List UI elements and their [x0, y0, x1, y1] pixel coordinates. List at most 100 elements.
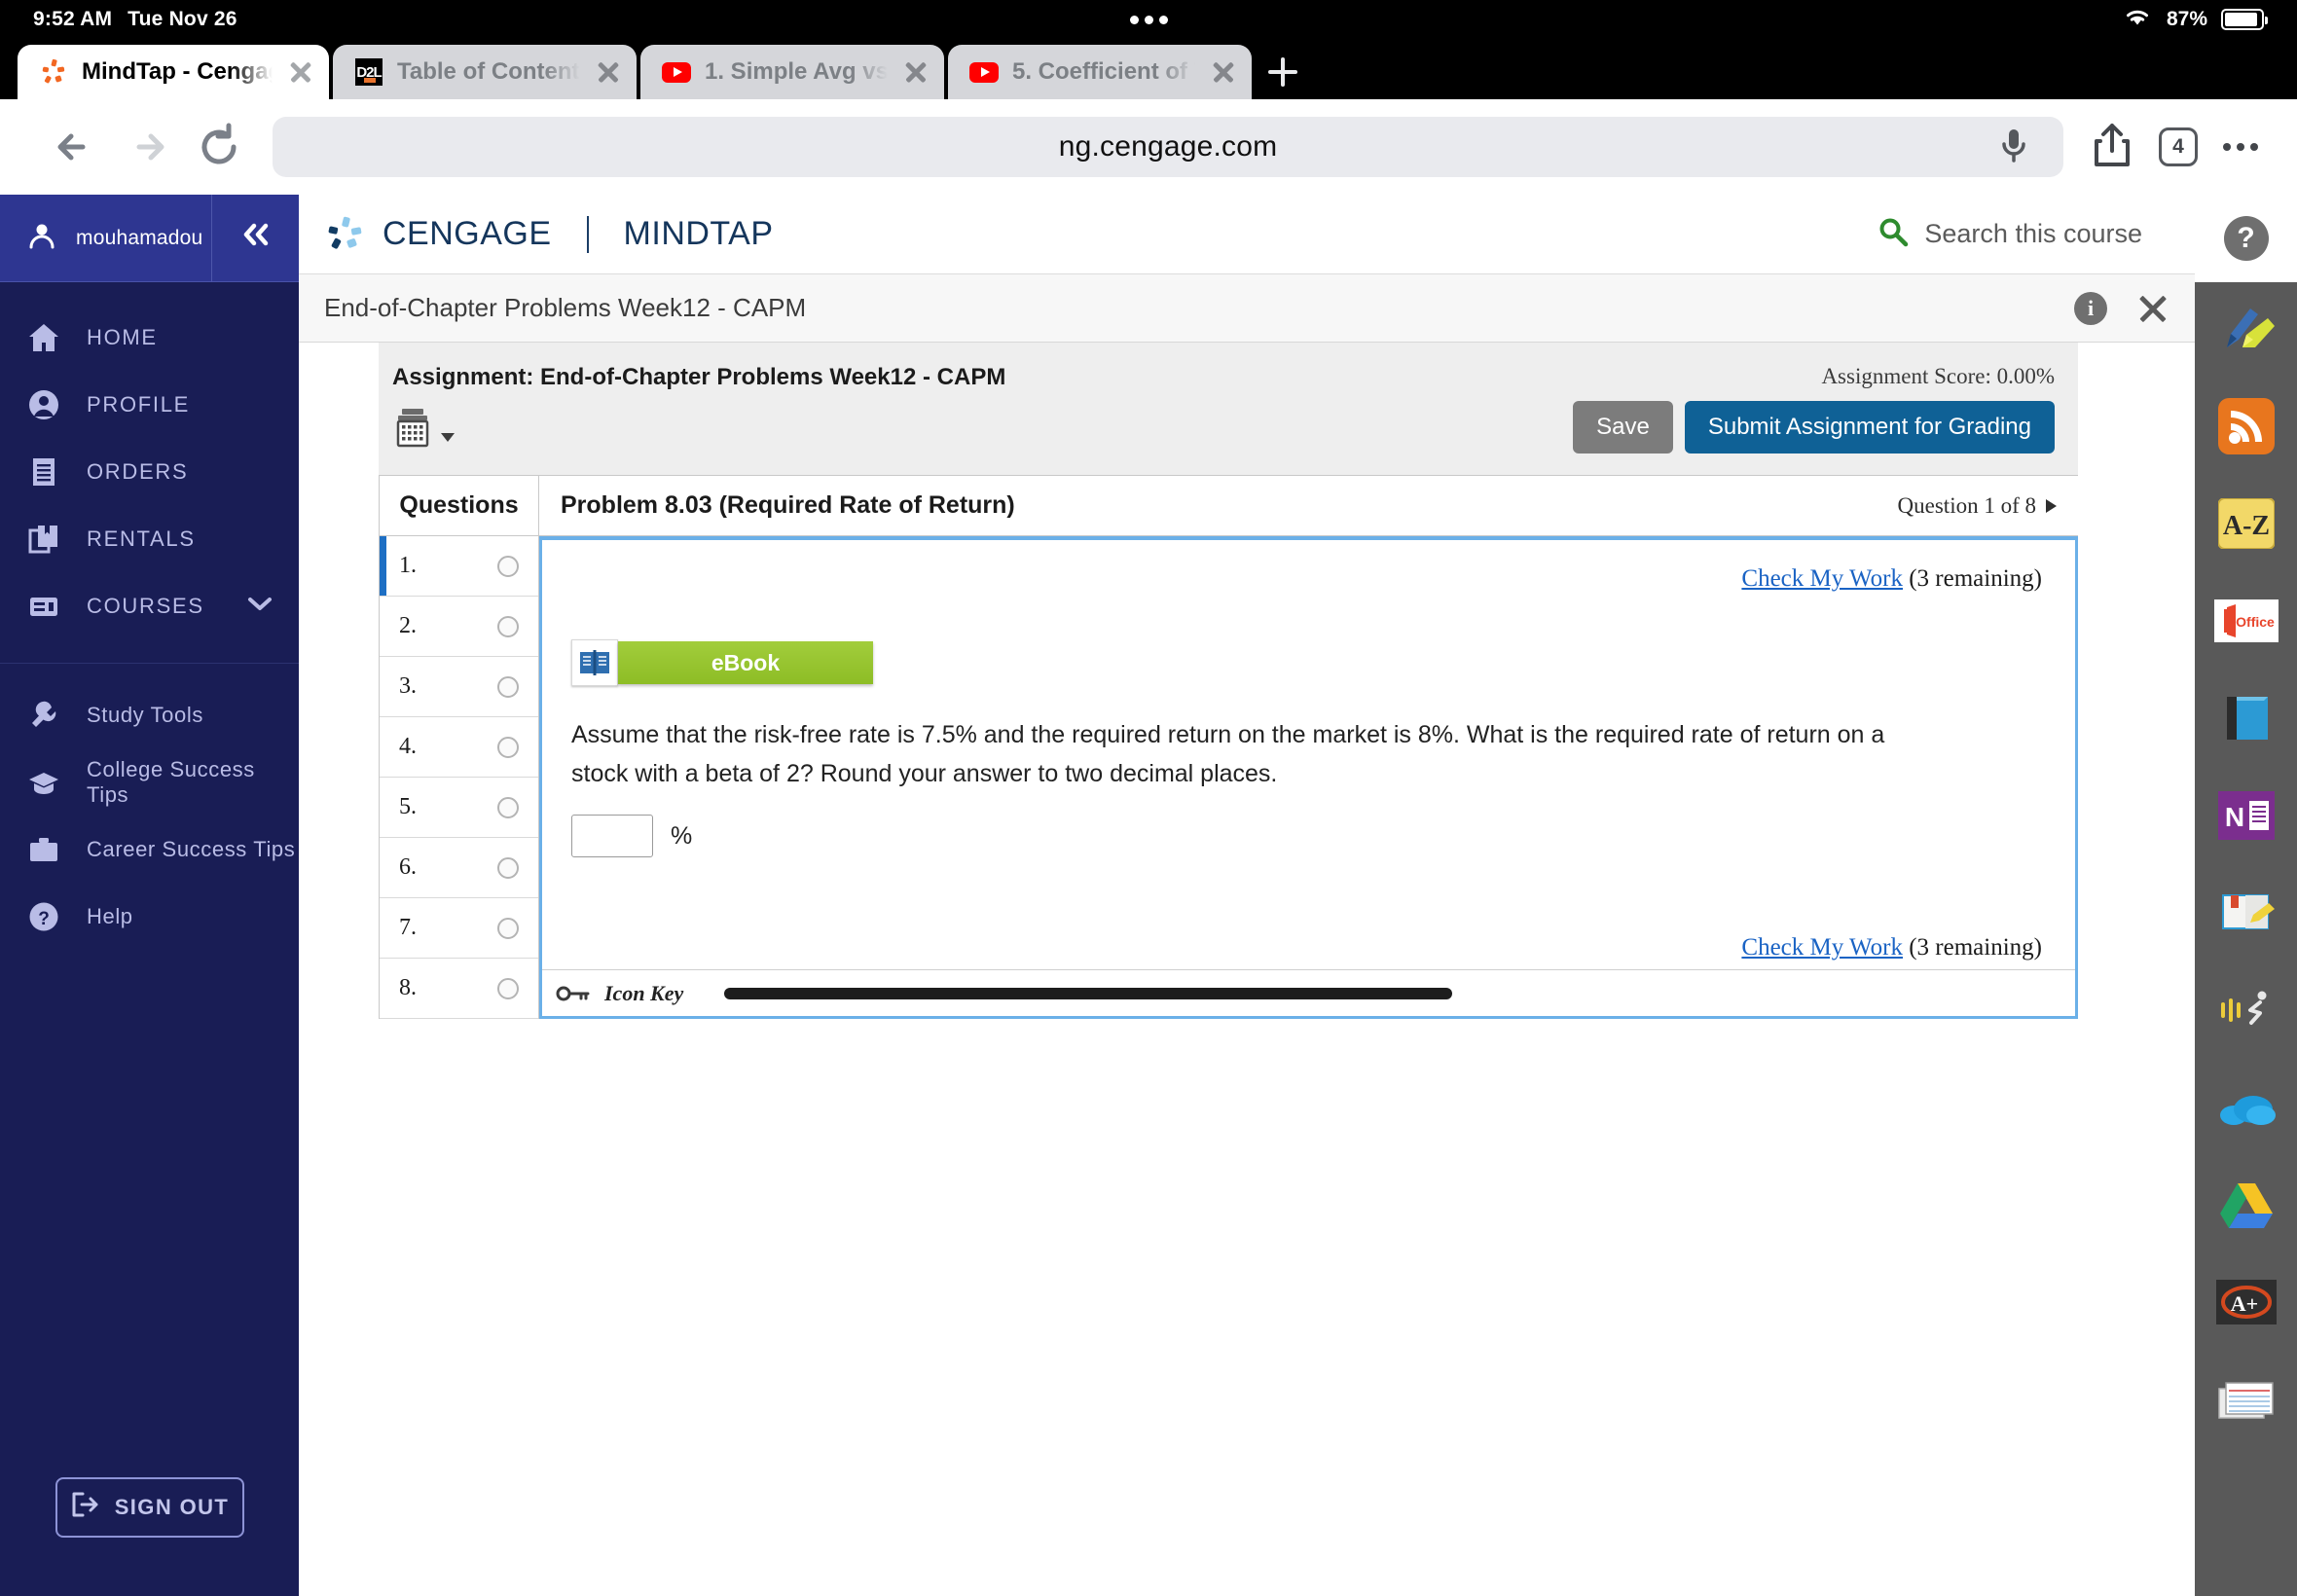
save-button[interactable]: Save [1573, 401, 1673, 453]
battery-icon [2221, 9, 2268, 30]
tool-google-drive[interactable] [2195, 1158, 2297, 1255]
problem-header: Problem 8.03 (Required Rate of Return) Q… [539, 476, 2078, 536]
close-icon[interactable] [594, 57, 623, 87]
close-icon[interactable] [286, 57, 315, 87]
orders-receipt-icon [26, 454, 61, 490]
search-input[interactable]: Search this course [1924, 219, 2142, 249]
browser-tab-1[interactable]: D2L Table of Contents - 24FA [333, 45, 637, 99]
check-my-work-link[interactable]: Check My Work [1741, 565, 1903, 592]
close-icon[interactable] [2136, 292, 2169, 325]
sign-out-label: SIGN OUT [114, 1495, 230, 1519]
assignment-action-buttons: Save Submit Assignment for Grading [1573, 401, 2055, 453]
sidebar-item-profile[interactable]: PROFILE [0, 371, 299, 438]
chevron-down-icon[interactable] [247, 596, 273, 616]
help-circle-icon: ? [26, 899, 61, 934]
question-nav-label: Question 1 of 8 [1897, 492, 2036, 518]
sidebar-user[interactable]: mouhamadou [0, 195, 211, 282]
rss-feed-icon [2217, 397, 2275, 459]
back-arrow-icon[interactable] [39, 111, 111, 183]
submit-assignment-button[interactable]: Submit Assignment for Grading [1684, 401, 2055, 453]
check-my-work-bottom: Check My Work (3 remaining) [542, 934, 2042, 961]
icon-key-label[interactable]: Icon Key [604, 981, 683, 1006]
microphone-icon[interactable] [1997, 126, 2030, 169]
ebook-button[interactable]: eBook [618, 641, 873, 684]
browser-tab-2[interactable]: 1. Simple Avg vs Weighted [640, 45, 944, 99]
sign-out-button[interactable]: SIGN OUT [55, 1477, 244, 1538]
brand-divider [586, 215, 589, 253]
tool-highlighter[interactable] [2195, 282, 2297, 380]
main-content-column: CENGAGE MINDTAP Search this course End-o… [299, 195, 2195, 1596]
sidebar-collapse-button[interactable] [211, 195, 299, 282]
tool-flashcards[interactable] [2195, 1353, 2297, 1450]
tool-book-highlighter[interactable] [2195, 866, 2297, 963]
address-bar[interactable]: ng.cengage.com [273, 117, 2063, 177]
cengage-icon [39, 57, 68, 87]
reload-icon[interactable] [183, 111, 255, 183]
answer-input[interactable] [571, 815, 653, 857]
svg-text:A-Z: A-Z [2222, 511, 2269, 541]
sidebar-item-label: COURSES [87, 593, 204, 618]
sidebar-item-help[interactable]: ? Help [0, 883, 299, 950]
question-list-item[interactable]: 5. [380, 778, 538, 838]
tool-microsoft-office[interactable]: Office [2195, 574, 2297, 671]
question-list-item[interactable]: 3. [380, 657, 538, 717]
new-tab-button[interactable] [1256, 45, 1310, 99]
sidebar-item-college-success-tips[interactable]: College Success Tips [0, 748, 299, 816]
answer-unit-label: % [671, 821, 693, 850]
sidebar-divider [0, 663, 299, 664]
courses-icon [26, 589, 61, 624]
sidebar-item-career-success-tips[interactable]: Career Success Tips [0, 816, 299, 883]
close-icon[interactable] [1209, 57, 1238, 87]
tool-a-plus-grade[interactable]: A+ [2195, 1255, 2297, 1353]
calculator-icon [392, 407, 437, 448]
status-circle-icon [497, 977, 519, 999]
home-icon [26, 320, 61, 355]
next-question-arrow-icon[interactable] [2046, 498, 2057, 513]
sidebar-item-study-tools[interactable]: Study Tools [0, 681, 299, 748]
url-text: ng.cengage.com [1058, 130, 1278, 163]
tool-read-aloud[interactable] [2195, 963, 2297, 1061]
questions-column-header: Questions [380, 476, 538, 536]
tool-rss[interactable] [2195, 380, 2297, 477]
course-search[interactable]: Search this course [1878, 216, 2168, 252]
sidebar-item-label: RENTALS [87, 526, 196, 551]
question-nav[interactable]: Question 1 of 8 [1898, 493, 2057, 519]
question-number: 8. [399, 975, 417, 1000]
icon-key-bar: Icon Key [542, 969, 2075, 1016]
close-icon[interactable] [901, 57, 930, 87]
book-highlighter-icon [2217, 889, 2276, 941]
sidebar-item-label: Help [87, 903, 133, 928]
check-my-work-link[interactable]: Check My Work [1741, 934, 1903, 961]
help-button[interactable]: ? [2195, 195, 2297, 282]
question-list-item[interactable]: 2. [380, 597, 538, 657]
multitask-handle-icon[interactable] [0, 0, 2297, 39]
question-number: 5. [399, 794, 417, 819]
sign-out-container: SIGN OUT [0, 1477, 299, 1596]
calculator-button[interactable] [392, 407, 455, 448]
browser-tab-3[interactable]: 5. Coefficient of Variance [948, 45, 1252, 99]
sidebar-username: mouhamadou [76, 226, 203, 249]
more-options-icon[interactable] [2223, 143, 2258, 151]
tool-onedrive[interactable] [2195, 1061, 2297, 1158]
question-list-item[interactable]: 4. [380, 717, 538, 778]
caret-down-icon[interactable] [441, 433, 455, 442]
question-number: 2. [399, 613, 417, 638]
question-list-item[interactable]: 6. [380, 838, 538, 898]
onenote-icon: N [2217, 790, 2275, 845]
question-list-item[interactable]: 7. [380, 898, 538, 959]
question-list-item[interactable]: 1. [380, 536, 538, 597]
sidebar-item-orders[interactable]: ORDERS [0, 438, 299, 505]
share-icon[interactable] [2091, 122, 2133, 173]
tool-blue-book[interactable] [2195, 671, 2297, 769]
horizontal-scrollbar[interactable] [724, 987, 1452, 999]
browser-tab-0[interactable]: MindTap - Cengage Learning [18, 45, 329, 99]
sidebar-item-home[interactable]: HOME [0, 304, 299, 371]
question-list-item[interactable]: 8. [380, 959, 538, 1019]
tool-onenote[interactable]: N [2195, 769, 2297, 866]
tool-dictionary[interactable]: A-Z [2195, 477, 2297, 574]
sidebar-item-courses[interactable]: COURSES [0, 572, 299, 639]
sidebar-item-rentals[interactable]: RENTALS [0, 505, 299, 572]
tab-count-button[interactable]: 4 [2159, 127, 2198, 166]
wrench-icon [26, 698, 61, 733]
info-icon[interactable]: i [2074, 291, 2107, 325]
